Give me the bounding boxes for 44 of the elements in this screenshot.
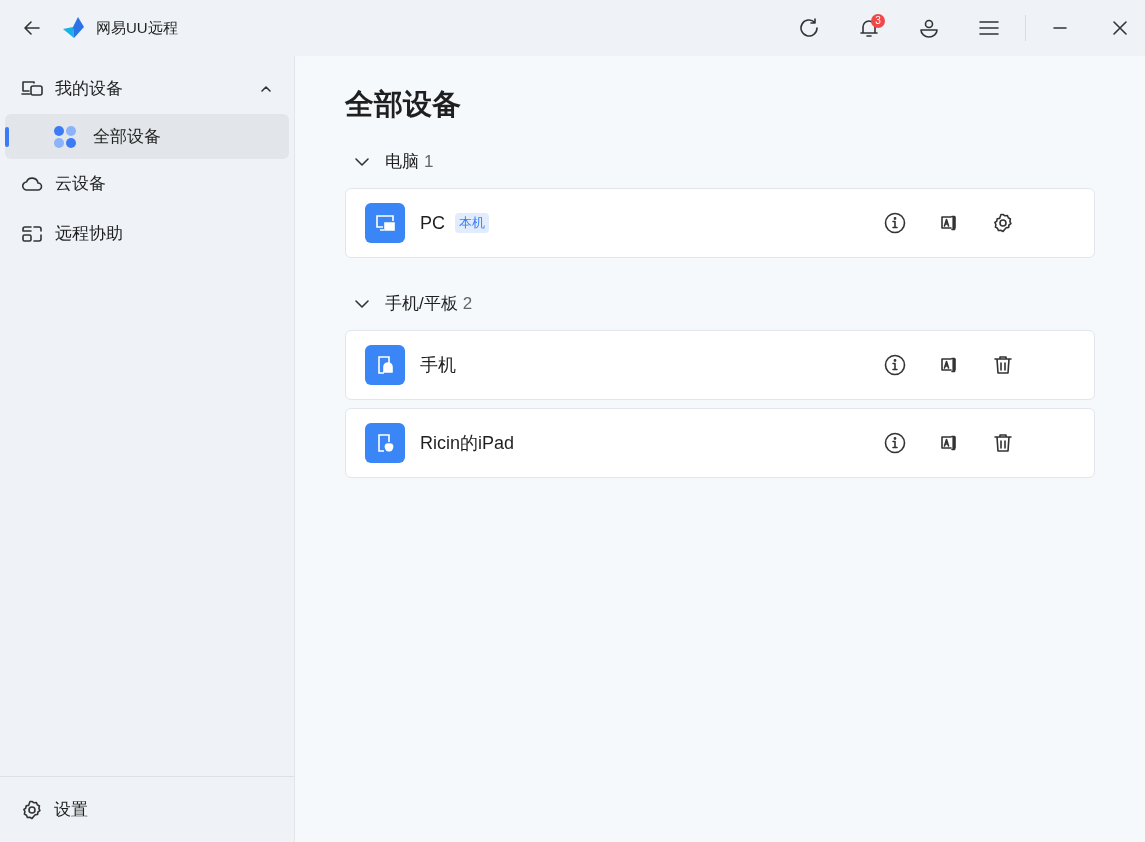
back-icon	[23, 19, 41, 37]
rename-icon	[939, 213, 959, 233]
delete-icon	[993, 433, 1013, 453]
rename-icon	[939, 433, 959, 453]
device-icon	[365, 345, 405, 385]
group-label: 手机/平板	[385, 293, 458, 316]
rename-icon	[939, 355, 959, 375]
notifications-button[interactable]: 3	[849, 8, 889, 48]
info-icon	[884, 212, 906, 234]
sidebar-item[interactable]: 云设备	[5, 159, 289, 209]
info-icon	[884, 354, 906, 376]
app-title: 网易UU远程	[96, 17, 178, 38]
sidebar-item[interactable]: 全部设备	[5, 114, 289, 159]
device-name: 手机	[420, 353, 456, 377]
notification-count: 3	[871, 14, 885, 28]
info-icon	[884, 432, 906, 454]
page-title: 全部设备	[345, 87, 462, 122]
devices-icon	[21, 80, 43, 98]
delete-icon	[993, 355, 1013, 375]
device-icon	[365, 423, 405, 463]
close-icon	[1112, 20, 1128, 36]
sidebar-item[interactable]: 我的设备	[5, 64, 289, 114]
sidebar-item[interactable]: 远程协助	[5, 209, 289, 259]
group-label: 电脑	[385, 151, 419, 174]
assist-icon	[21, 225, 43, 243]
notifications-icon	[858, 17, 880, 39]
grid-icon	[53, 124, 77, 149]
cloud-icon	[21, 175, 43, 193]
settings-icon	[993, 213, 1013, 233]
settings-icon	[22, 799, 42, 820]
account-icon	[918, 17, 940, 39]
device-name: PC	[420, 211, 445, 235]
device-name: Ricin的iPad	[420, 431, 515, 455]
refresh-icon	[798, 17, 820, 39]
device-card[interactable]: PC 本机	[345, 188, 1095, 258]
settings-button[interactable]: 设置	[22, 796, 88, 823]
group-count: 1	[424, 151, 434, 174]
device-card[interactable]: Ricin的iPad	[345, 408, 1095, 478]
group-count: 2	[462, 293, 473, 316]
minimize-icon	[1053, 27, 1067, 29]
logo-icon	[62, 16, 86, 40]
device-icon	[365, 203, 405, 243]
device-card[interactable]: 手机	[345, 330, 1095, 400]
device-tag: 本机	[455, 213, 489, 233]
